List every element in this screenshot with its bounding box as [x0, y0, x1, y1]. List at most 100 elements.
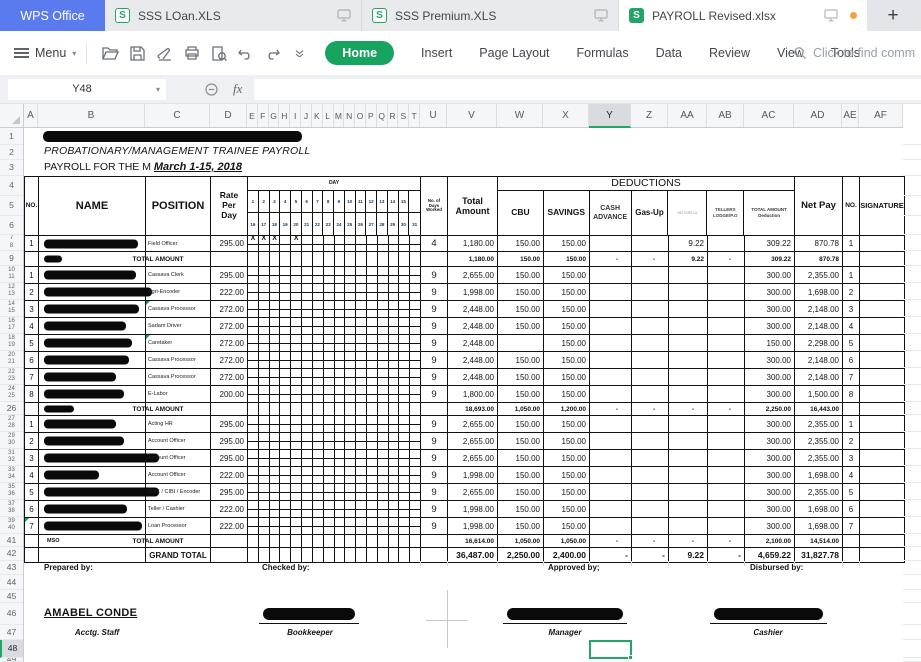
- cell-day-5[interactable]: [291, 386, 303, 402]
- cell-entry-no[interactable]: 4: [25, 318, 39, 334]
- cell-day-14[interactable]: [388, 335, 400, 351]
- column-header-A[interactable]: A: [24, 104, 38, 127]
- cell-savings[interactable]: 2,400.00: [544, 548, 590, 562]
- cell-day-3[interactable]: [269, 284, 281, 300]
- cell-day-9[interactable]: [334, 467, 346, 483]
- cell-position[interactable]: Teller / Cashier: [146, 501, 211, 517]
- cell-day-1[interactable]: [248, 352, 259, 368]
- cell-day-3[interactable]: [269, 518, 281, 534]
- cell-day-8[interactable]: [323, 467, 335, 483]
- cell-day-1[interactable]: [248, 318, 259, 334]
- cell-day-7[interactable]: [312, 386, 324, 402]
- cell-day-11[interactable]: [356, 535, 367, 547]
- cell-day-13[interactable]: [377, 284, 389, 300]
- cell-position[interactable]: Agri-Encoder: [146, 284, 211, 300]
- cell-cash-advance[interactable]: [590, 501, 632, 517]
- cell-motorela[interactable]: [669, 518, 708, 534]
- cell-blank[interactable]: [843, 252, 860, 266]
- header-position[interactable]: POSITION: [146, 177, 211, 235]
- row-header-27-28[interactable]: 27 28: [0, 415, 23, 432]
- cell-blank[interactable]: [843, 535, 860, 547]
- cell-day-11[interactable]: [356, 433, 367, 449]
- cell-day-14[interactable]: [388, 501, 400, 517]
- cell-total-deduction[interactable]: 2,250.00: [745, 403, 795, 415]
- cell-day-14[interactable]: [388, 450, 400, 466]
- cell-day-15[interactable]: [399, 267, 411, 283]
- cell-motorela[interactable]: -: [669, 403, 708, 415]
- column-header-AC[interactable]: AC: [744, 104, 794, 127]
- cell-day-13[interactable]: [377, 484, 389, 500]
- cell-day-2[interactable]: [258, 484, 270, 500]
- cell-entry-no[interactable]: 1: [25, 267, 39, 283]
- cell-blank[interactable]: [843, 403, 860, 415]
- cell-day-11[interactable]: [356, 467, 367, 483]
- cell-day-10[interactable]: [345, 403, 357, 415]
- cell-days-worked[interactable]: 9: [421, 484, 448, 500]
- cell-total[interactable]: 2,655.00: [448, 484, 498, 500]
- cell-signature[interactable]: [860, 369, 904, 385]
- cell-day-9[interactable]: [334, 335, 346, 351]
- column-header-O[interactable]: O: [355, 104, 366, 127]
- cell-seq-no[interactable]: 1: [843, 267, 860, 283]
- cell-tellers[interactable]: [708, 433, 745, 449]
- cell-total[interactable]: 1,998.00: [448, 518, 498, 534]
- cell-employee-name[interactable]: [39, 335, 146, 351]
- cell-cash-advance[interactable]: -: [590, 535, 632, 547]
- cell-cbu[interactable]: 150.00: [498, 252, 544, 266]
- ribbon-tab-formulas[interactable]: Formulas: [577, 46, 629, 60]
- cell-day-6[interactable]: [302, 369, 313, 385]
- cell-day-3[interactable]: [269, 501, 281, 517]
- cell-day-6[interactable]: [302, 484, 313, 500]
- cell-day-8[interactable]: [323, 267, 335, 283]
- cell-savings[interactable]: 150.00: [544, 450, 590, 466]
- header-net-pay[interactable]: Net Pay: [795, 177, 843, 235]
- cell-day-8[interactable]: [323, 484, 335, 500]
- cell-day-2[interactable]: [258, 450, 270, 466]
- cell-day-10[interactable]: [345, 535, 357, 547]
- cell-motorela[interactable]: -: [669, 535, 708, 547]
- cell-day-4[interactable]: [280, 284, 292, 300]
- cell-total-label[interactable]: TOTAL AMOUNT: [132, 403, 211, 415]
- row-header-1[interactable]: 1: [0, 128, 23, 145]
- cell-signature[interactable]: [860, 450, 904, 466]
- cell-entry-no[interactable]: 6: [25, 501, 39, 517]
- new-tab-button[interactable]: +: [867, 0, 919, 31]
- column-header-T[interactable]: T: [409, 104, 420, 127]
- cell-total-deduction[interactable]: 300.00: [745, 416, 795, 432]
- cell-gas-up[interactable]: -: [632, 403, 669, 415]
- cell-day-2[interactable]: X: [258, 235, 270, 251]
- cell-rate[interactable]: 222.00: [211, 501, 248, 517]
- cell-day-1[interactable]: [248, 518, 259, 534]
- cell-blank[interactable]: [843, 548, 860, 562]
- cell-blank[interactable]: [421, 548, 448, 562]
- cell-signature[interactable]: [860, 467, 904, 483]
- cell-cbu[interactable]: 150.00: [498, 501, 544, 517]
- cell-cash-advance[interactable]: [590, 284, 632, 300]
- cell-seq-no[interactable]: 5: [843, 335, 860, 351]
- cell-day-9[interactable]: [334, 267, 346, 283]
- cell-day-8[interactable]: [323, 284, 335, 300]
- row-header-9[interactable]: 9: [0, 251, 23, 266]
- cell-day-4[interactable]: [280, 548, 292, 562]
- cell-day-16[interactable]: [410, 450, 421, 466]
- cell-signature[interactable]: [860, 518, 904, 534]
- cell-day-14[interactable]: [388, 318, 400, 334]
- cell-employee-name[interactable]: [39, 267, 146, 283]
- cell-day-8[interactable]: [323, 369, 335, 385]
- column-header-N[interactable]: N: [344, 104, 356, 127]
- column-header-AD[interactable]: AD: [794, 104, 842, 127]
- cell-motorela[interactable]: [669, 416, 708, 432]
- cell-employee-name[interactable]: [39, 433, 146, 449]
- cell-day-14[interactable]: [389, 548, 400, 562]
- cell-day-15[interactable]: [399, 236, 411, 251]
- cell-seq-no[interactable]: 8: [843, 386, 860, 402]
- cell-motorela[interactable]: [669, 284, 708, 300]
- cell-blank[interactable]: [25, 403, 39, 415]
- cell-motorela[interactable]: [669, 501, 708, 517]
- cell-entry-no[interactable]: 7: [25, 518, 39, 534]
- cell-day-15[interactable]: [399, 467, 411, 483]
- column-header-V[interactable]: V: [447, 104, 497, 127]
- cell-day-9[interactable]: [334, 369, 346, 385]
- cell-day-3[interactable]: [270, 403, 281, 415]
- cell-seq-no[interactable]: 5: [843, 484, 860, 500]
